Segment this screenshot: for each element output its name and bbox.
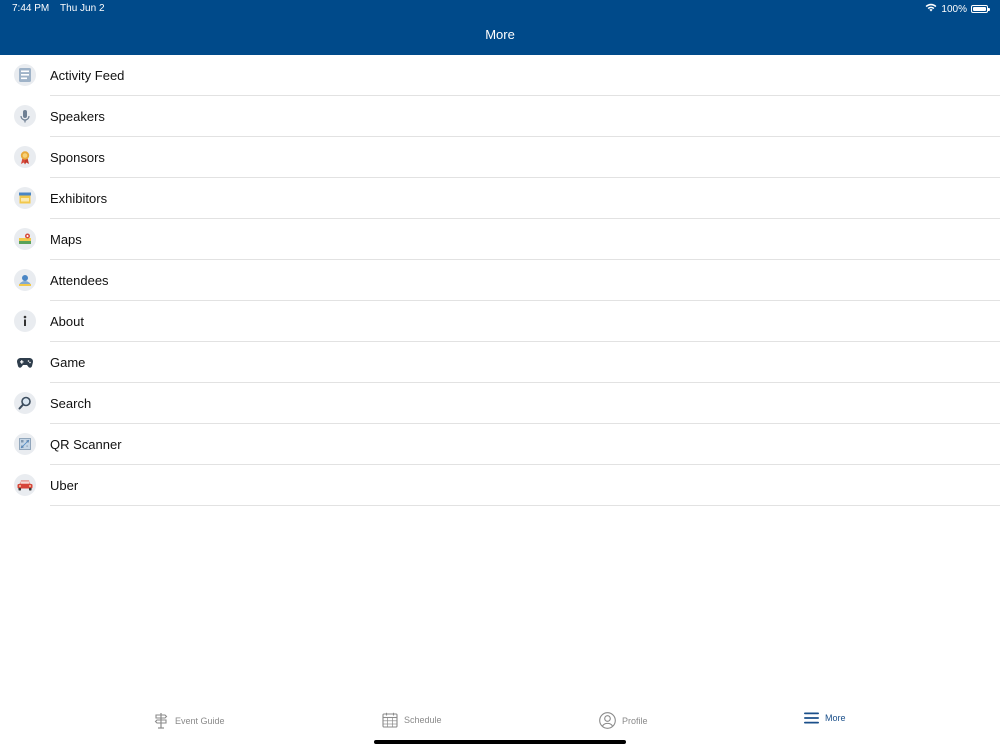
wifi-icon [925,3,937,15]
menu-item-label: About [50,314,84,329]
menu-item-about[interactable]: About [0,301,1000,342]
ribbon-icon [14,146,36,168]
more-screen: 7:44 PM Thu Jun 2 100% More Activity Fee… [0,0,1000,750]
tab-schedule[interactable]: Schedule [382,712,442,728]
qr-code-icon [14,433,36,455]
page-title: More [485,27,515,42]
battery-percent: 100% [941,3,967,15]
calendar-icon [382,712,398,728]
tab-label: More [825,713,846,723]
car-icon [14,474,36,496]
menu-item-label: Maps [50,232,82,247]
menu-item-label: Speakers [50,109,105,124]
menu-item-label: Activity Feed [50,68,125,83]
info-icon [14,310,36,332]
tab-more[interactable]: More [804,712,846,724]
signpost-icon [153,712,169,729]
hamburger-menu-icon [804,712,819,724]
menu-item-label: Sponsors [50,150,105,165]
navigation-header: 7:44 PM Thu Jun 2 100% More [0,0,1000,55]
microphone-icon [14,105,36,127]
home-indicator[interactable] [374,740,626,744]
status-bar-right: 100% [925,3,990,15]
menu-item-sponsors[interactable]: Sponsors [0,137,1000,178]
tab-label: Schedule [404,715,442,725]
menu-item-search[interactable]: Search [0,383,1000,424]
menu-item-speakers[interactable]: Speakers [0,96,1000,137]
menu-item-label: Exhibitors [50,191,108,206]
menu-item-activity-feed[interactable]: Activity Feed [0,55,1000,96]
tab-label: Profile [622,715,648,726]
status-bar-left: 7:44 PM Thu Jun 2 [12,3,105,14]
menu-item-label: Game [50,355,86,370]
status-date: Thu Jun 2 [60,3,105,14]
tab-profile[interactable]: Profile [599,712,648,729]
activity-feed-icon [14,64,36,86]
menu-item-label: QR Scanner [50,437,122,452]
tab-label: Event Guide [175,715,225,726]
booth-icon [14,187,36,209]
menu-item-game[interactable]: Game [0,342,1000,383]
gamepad-icon [14,351,36,373]
profile-icon [599,712,616,729]
menu-item-label: Attendees [50,273,109,288]
menu-item-qr-scanner[interactable]: QR Scanner [0,424,1000,465]
menu-item-attendees[interactable]: Attendees [0,260,1000,301]
more-menu-list: Activity Feed Speakers Sponsors Exhibito… [0,55,1000,506]
menu-item-exhibitors[interactable]: Exhibitors [0,178,1000,219]
status-time: 7:44 PM [12,3,50,14]
tab-event-guide[interactable]: Event Guide [153,712,225,729]
battery-icon [971,5,990,13]
menu-item-uber[interactable]: Uber [0,465,1000,506]
menu-item-maps[interactable]: Maps [0,219,1000,260]
menu-item-label: Search [50,396,92,411]
menu-item-label: Uber [50,478,79,493]
search-icon [14,392,36,414]
map-icon [14,228,36,250]
attendees-icon [14,269,36,291]
